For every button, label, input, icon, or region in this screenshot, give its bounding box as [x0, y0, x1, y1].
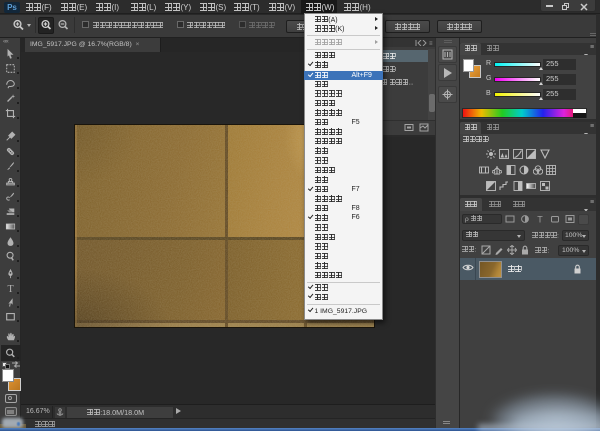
svg-text:T: T — [8, 283, 15, 293]
svg-text:T: T — [537, 215, 543, 225]
